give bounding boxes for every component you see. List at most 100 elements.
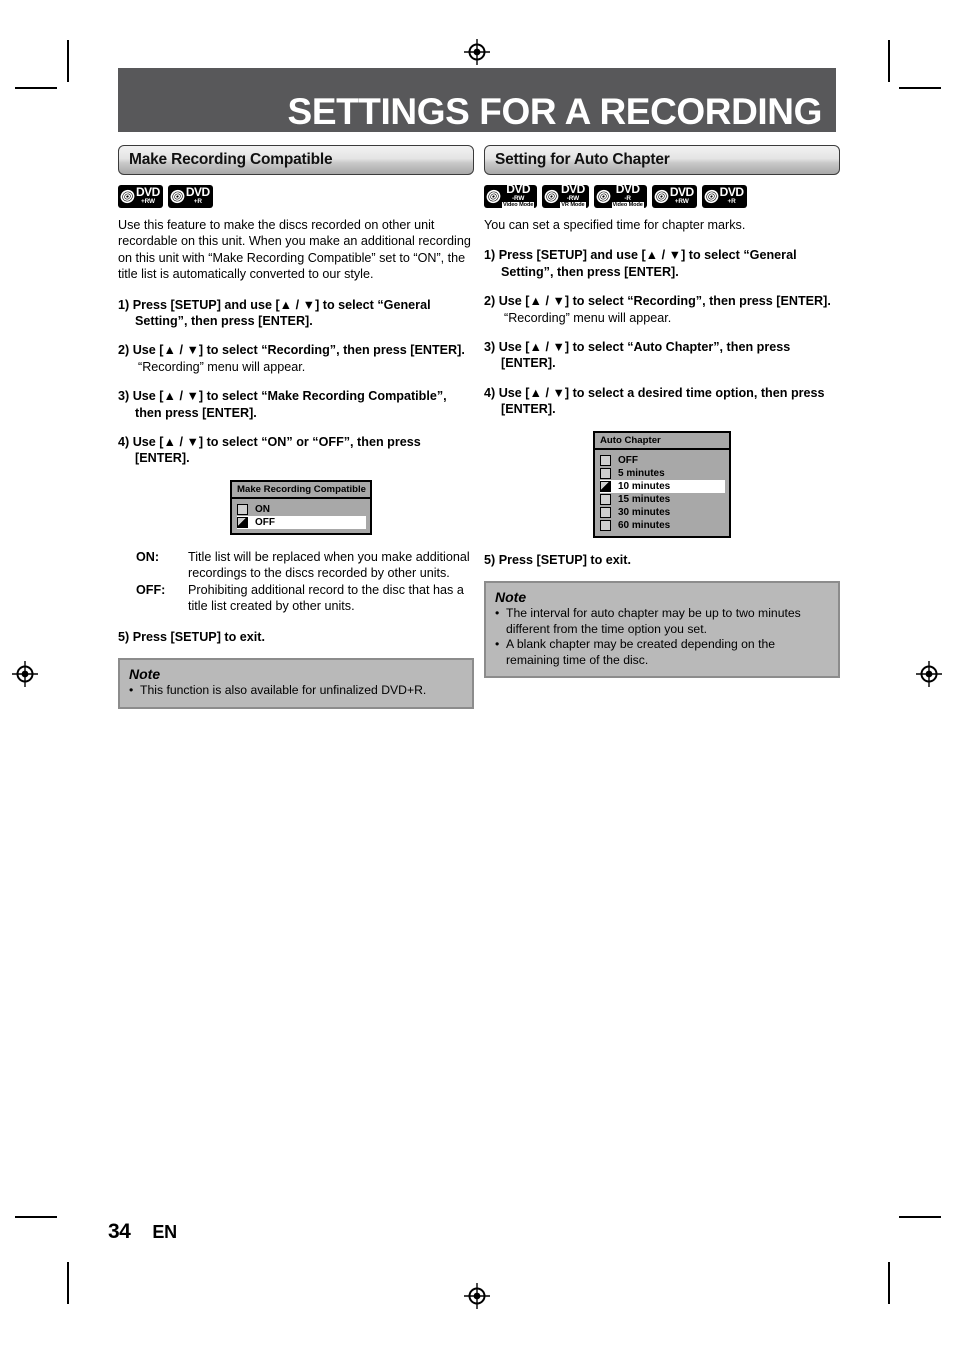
section-title: Make Recording Compatible [129,151,333,168]
page-title-banner: SETTINGS FOR A RECORDING [118,68,836,132]
right-column: Setting for Auto Chapter DVD -RW Video M… [484,145,840,679]
step-2: 2) Use [▲ / ▼] to select “Recording”, th… [118,342,474,375]
step-text: 2) Use [▲ / ▼] to select “Recording”, th… [118,343,465,358]
osd-option-label: 5 minutes [618,467,665,479]
note-item: The interval for auto chapter may be up … [495,606,829,637]
definition-description: Title list will be replaced when you mak… [188,549,470,581]
on-off-definition-list: ON: Title list will be replaced when you… [118,549,474,615]
osd-option-row[interactable]: 5 minutes [600,467,725,480]
badge-format-text: +R [727,198,736,205]
step-text: 3) Use [▲ / ▼] to select “Auto Chapter”,… [484,340,791,371]
badge-format-text: -RW [566,194,580,202]
osd-option-row[interactable]: ON [237,503,366,516]
dvd-badge: DVD -RW Video Mode [484,181,538,209]
registration-mark-right [916,661,942,687]
step-1: 1) Press [SETUP] and use [▲ / ▼] to sele… [484,247,840,280]
dvd-badge: DVD +RW [118,184,163,208]
badge-format-text: +R [193,198,202,205]
disc-icon [596,189,610,203]
definition-description: Prohibiting additional record to the dis… [188,582,464,614]
badge-mode-text: Video Mode [502,201,535,209]
dvd-badge: DVD -R Video Mode [593,181,647,209]
osd-make-recording-compatible: Make Recording Compatible ON OFF [230,479,372,535]
step-text: 1) Press [SETUP] and use [▲ / ▼] to sele… [118,297,431,329]
step-2: 2) Use [▲ / ▼] to select “Recording”, th… [484,293,840,326]
osd-title: Auto Chapter [595,433,729,450]
step-5: 5) Press [SETUP] to exit. [484,552,631,567]
crop-mark-bottom-left [67,1262,69,1304]
note-heading: Note [495,589,527,606]
osd-option-label: OFF [255,516,275,528]
step-3: 3) Use [▲ / ▼] to select “Auto Chapter”,… [484,339,840,372]
osd-option-label: OFF [618,454,638,466]
osd-option-row[interactable]: 10 minutes [600,479,725,493]
badge-dvd-text: DVD [615,181,640,196]
note-heading: Note [129,665,161,682]
osd-dialog-wrapper: Make Recording Compatible ON OFF [118,479,474,535]
step-text: 2) Use [▲ / ▼] to select “Recording”, th… [484,294,831,309]
osd-option-list: ON OFF [232,499,370,533]
badge-dvd-text: DVD [506,181,531,196]
badge-dvd-text: DVD [560,181,585,196]
osd-option-label: 10 minutes [618,480,671,492]
badge-format-text: +RW [140,198,155,205]
step-text: 1) Press [SETUP] and use [▲ / ▼] to sele… [484,248,797,279]
badge-format-text: -RW [511,194,525,202]
disc-compatibility-badges-right: DVD -RW Video Mode DVD -RW VR Mode DVD -… [484,181,840,209]
crop-mark-right-top [899,87,941,89]
badge-dvd-text: DVD [136,185,160,199]
step-3: 3) Use [▲ / ▼] to select “Make Recording… [118,388,474,421]
step-text: 4) Use [▲ / ▼] to select a desired time … [484,385,825,417]
checkbox-checked-icon[interactable] [237,516,248,528]
osd-option-label: 60 minutes [618,519,671,531]
dvd-badge: DVD -RW VR Mode [542,181,589,209]
osd-option-label: 30 minutes [618,506,671,518]
disc-icon [120,189,135,203]
badge-mode-text: Video Mode [611,201,644,209]
checkbox-icon[interactable] [600,454,611,466]
note-item: This function is also available for unfi… [129,683,463,699]
checkbox-icon[interactable] [237,503,248,515]
section-title: Setting for Auto Chapter [495,151,670,168]
intro-paragraph: You can set a specified time for chapter… [484,218,746,232]
disc-icon [170,189,185,203]
dvd-badge: DVD +R [167,184,213,208]
intro-paragraph: Use this feature to make the discs recor… [118,218,471,282]
definition-row-on: ON: Title list will be replaced when you… [136,549,474,582]
section-header-setting-for-auto-chapter: Setting for Auto Chapter [484,145,840,175]
osd-option-label: ON [255,503,270,515]
crop-mark-bottom-right [888,1262,890,1304]
crop-mark-top-right [888,40,890,82]
osd-option-row[interactable]: 60 minutes [600,519,725,532]
registration-mark-bottom [464,1283,490,1309]
badge-dvd-text: DVD [669,185,694,199]
dvd-badge: DVD +RW [651,184,697,208]
checkbox-checked-icon[interactable] [600,480,611,492]
osd-option-row[interactable]: OFF [600,454,725,467]
osd-option-row[interactable]: OFF [237,515,366,529]
step-5: 5) Press [SETUP] to exit. [118,629,265,644]
badge-dvd-text: DVD [719,185,744,199]
osd-option-row[interactable]: 30 minutes [600,506,725,519]
disc-icon [654,189,669,203]
step-4: 4) Use [▲ / ▼] to select a desired time … [484,385,840,418]
step-text: 4) Use [▲ / ▼] to select “ON” or “OFF”, … [118,435,421,466]
checkbox-icon[interactable] [600,493,611,505]
note-box-left: Note This function is also available for… [118,657,474,709]
page-language-code: EN [152,1222,177,1242]
checkbox-icon[interactable] [600,519,611,531]
definition-row-off: OFF: Prohibiting additional record to th… [136,582,474,615]
dvd-badge: DVD +R [701,184,747,208]
note-item: A blank chapter may be created depending… [495,637,829,668]
crop-mark-top-left [67,40,69,82]
definition-term: ON: [136,549,160,564]
badge-format-text: +RW [674,198,689,205]
registration-mark-top [464,39,490,65]
badge-format-text: -R [624,194,631,202]
step-text: 3) Use [▲ / ▼] to select “Make Recording… [118,389,447,420]
checkbox-icon[interactable] [600,467,611,479]
osd-option-row[interactable]: 15 minutes [600,493,725,506]
osd-auto-chapter: Auto Chapter OFF 5 minutes 10 minutes 15… [593,430,731,538]
checkbox-icon[interactable] [600,506,611,518]
page-title: SETTINGS FOR A RECORDING [287,90,823,132]
